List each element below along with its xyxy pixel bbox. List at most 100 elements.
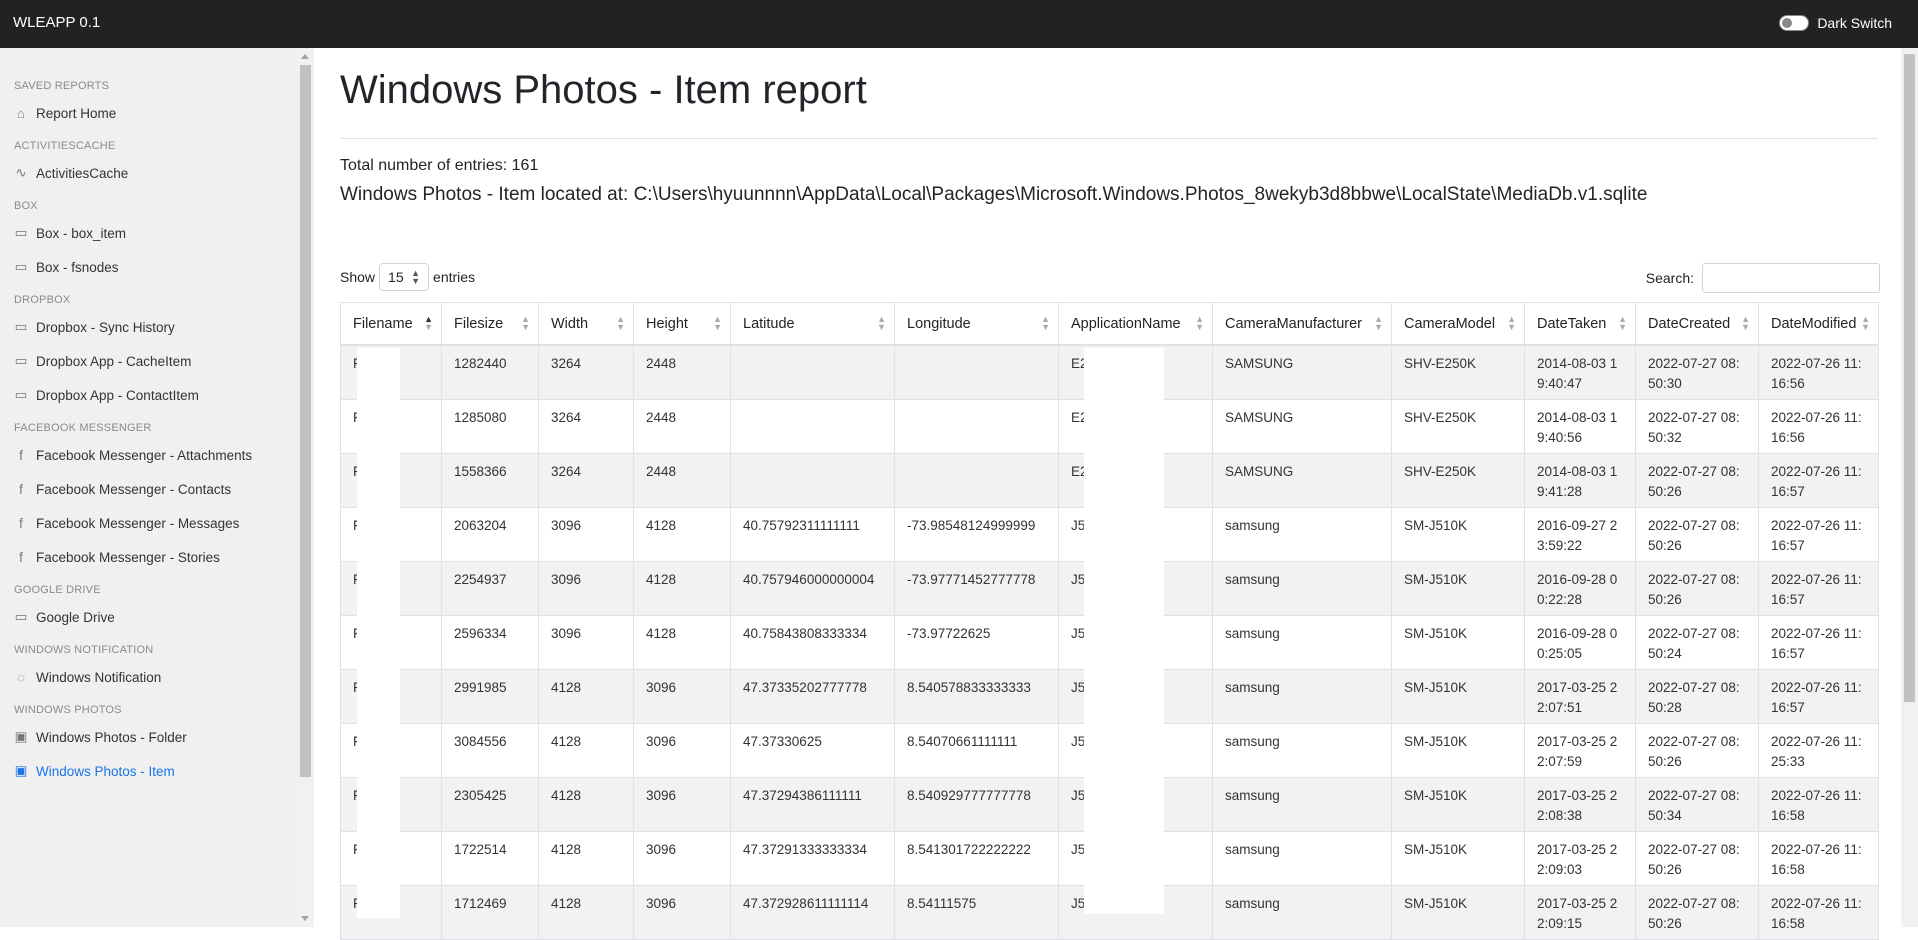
table-cell: 2022-07-26 11:16:57 [1758, 453, 1879, 508]
column-header[interactable]: ApplicationName ▲ ▼ [1058, 302, 1213, 346]
table-controls: Show 15 ▲ ▼ entries Search: [340, 263, 1880, 297]
scroll-down-arrow-icon[interactable] [301, 916, 309, 921]
column-header[interactable]: Longitude ▲ ▼ [894, 302, 1059, 346]
column-header[interactable]: Filename ▲ ▼ [340, 302, 442, 346]
sort-ascending-icon: ▲ ▼ [424, 314, 433, 332]
table-cell: 2014-08-03 19:40:47 [1524, 345, 1636, 400]
column-header[interactable]: Height ▲ ▼ [633, 302, 731, 346]
table-cell [894, 345, 1059, 400]
sidebar-item-label: Facebook Messenger - Contacts [36, 481, 232, 497]
search-input[interactable] [1702, 263, 1880, 293]
table-cell: samsung [1212, 615, 1392, 670]
table-cell: samsung [1212, 669, 1392, 724]
hard-drive-icon: ▭ [14, 259, 28, 274]
title-divider [340, 138, 1878, 139]
dark-switch[interactable]: Dark Switch [1779, 15, 1892, 31]
column-header[interactable]: Width ▲ ▼ [538, 302, 634, 346]
table-cell: 2017-03-25 22:08:38 [1524, 777, 1636, 832]
hard-drive-icon: ▭ [14, 353, 28, 368]
sidebar-section-heading: GOOGLE DRIVE [14, 584, 101, 596]
column-header[interactable]: DateModified ▲ ▼ [1758, 302, 1879, 346]
sidebar-section-heading: DROPBOX [14, 294, 71, 306]
table-cell: 3264 [538, 345, 634, 400]
table-cell: 3096 [633, 831, 731, 886]
sidebar-section-heading: SAVED REPORTS [14, 80, 110, 92]
table-cell: 2016-09-28 00:22:28 [1524, 561, 1636, 616]
table-cell: 2017-03-25 22:07:51 [1524, 669, 1636, 724]
table-cell: SAMSUNG [1212, 345, 1392, 400]
sidebar-item[interactable]: f Facebook Messenger - Messages [0, 506, 297, 540]
column-header[interactable]: Filesize ▲ ▼ [441, 302, 539, 346]
sidebar-item-label: Dropbox App - CacheItem [36, 353, 192, 369]
sidebar-section: WINDOWS PHOTOS ▣ Windows Photos - Folder ▣ W… [0, 704, 297, 788]
sidebar-item[interactable]: ▣ Windows Photos - Folder [0, 720, 297, 754]
sidebar-section-heading: WINDOWS PHOTOS [14, 704, 122, 716]
image-icon: ▣ [14, 763, 28, 778]
table-cell: samsung [1212, 777, 1392, 832]
hard-drive-icon: ▭ [14, 319, 28, 334]
column-header[interactable]: Latitude ▲ ▼ [730, 302, 895, 346]
table-cell: 2022-07-26 11:25:33 [1758, 723, 1879, 778]
sidebar-item[interactable]: f Facebook Messenger - Contacts [0, 472, 297, 506]
sidebar-item-label: Windows Notification [36, 669, 162, 685]
sidebar-item[interactable]: ▭ Box - fsnodes [0, 250, 297, 284]
dark-switch-toggle[interactable] [1779, 15, 1810, 31]
table-cell: 4128 [633, 615, 731, 670]
table-cell: 3096 [538, 561, 634, 616]
table-cell: 2022-07-26 11:16:58 [1758, 831, 1879, 886]
sidebar-item[interactable]: ▭ Box - box_item [0, 216, 297, 250]
entries-select[interactable]: 15 ▲ ▼ [379, 263, 430, 291]
table-cell: 2022-07-27 08:50:24 [1635, 615, 1759, 670]
scroll-up-arrow-icon[interactable] [301, 54, 309, 59]
sidebar-scroll-thumb[interactable] [300, 65, 311, 777]
sidebar-item[interactable]: ⌂ Report Home [0, 96, 297, 130]
table-cell: SAMSUNG [1212, 453, 1392, 508]
table-cell: 3084556 [441, 723, 539, 778]
sidebar-item[interactable]: ▭ Dropbox - Sync History [0, 310, 297, 344]
page-title: Windows Photos - Item report [340, 68, 867, 112]
sidebar-item-label: Facebook Messenger - Attachments [36, 447, 253, 463]
select-caret-icon: ▲ ▼ [411, 268, 421, 286]
table-cell: SM-J510K [1391, 831, 1525, 886]
total-entries: Total number of entries: 161 [340, 157, 539, 174]
table-cell: 8.540929777777778 [894, 777, 1059, 832]
table-cell: 2022-07-27 08:50:26 [1635, 561, 1759, 616]
sidebar-item[interactable]: f Facebook Messenger - Stories [0, 540, 297, 574]
table-cell: 3096 [538, 507, 634, 562]
table-cell: 47.37294386111111 [730, 777, 895, 832]
sidebar-section: SAVED REPORTS ⌂ Report Home [0, 80, 297, 130]
main-scrollbar[interactable] [1901, 48, 1918, 927]
main-scroll-thumb[interactable] [1904, 54, 1915, 702]
sidebar-section: WINDOWS NOTIFICATION ◌ Windows Notificatio… [0, 644, 297, 694]
table-cell: 47.372928611111114 [730, 885, 895, 940]
entries-length-control: Show 15 ▲ ▼ entries [340, 263, 475, 291]
sort-icon: ▲ ▼ [1041, 314, 1050, 332]
table-cell: 8.541301722222222 [894, 831, 1059, 886]
sidebar-item[interactable]: ◌ Windows Notification [0, 660, 297, 694]
sort-icon: ▲ ▼ [877, 314, 886, 332]
sidebar-item[interactable]: ▭ Dropbox App - CacheItem [0, 344, 297, 378]
table-cell: samsung [1212, 885, 1392, 940]
table-cell: SHV-E250K [1391, 399, 1525, 454]
sidebar-scrollbar[interactable] [297, 48, 314, 927]
sidebar-item[interactable]: ∿ ActivitiesCache [0, 156, 297, 190]
column-header[interactable]: DateTaken ▲ ▼ [1524, 302, 1636, 346]
sidebar-item[interactable]: f Facebook Messenger - Attachments [0, 438, 297, 472]
sidebar-item-label: Facebook Messenger - Messages [36, 515, 240, 531]
sidebar-item[interactable]: ▭ Dropbox App - ContactItem [0, 378, 297, 412]
sidebar: SAVED REPORTS ⌂ Report Home ACTIVITIESCACHE… [0, 48, 297, 927]
table-cell: 2016-09-27 23:59:22 [1524, 507, 1636, 562]
table-cell [730, 453, 895, 508]
table-cell: 2022-07-27 08:50:26 [1635, 507, 1759, 562]
table-cell: 40.75843808333334 [730, 615, 895, 670]
sidebar-item[interactable]: ▣ Windows Photos - Item [0, 754, 297, 788]
column-header[interactable]: CameraManufacturer ▲ ▼ [1212, 302, 1392, 346]
table-cell: -73.98548124999999 [894, 507, 1059, 562]
table-cell: 2022-07-27 08:50:30 [1635, 345, 1759, 400]
sidebar-item[interactable]: ▭ Google Drive [0, 600, 297, 634]
table-cell [894, 453, 1059, 508]
column-header[interactable]: CameraModel ▲ ▼ [1391, 302, 1525, 346]
table-cell: 2596334 [441, 615, 539, 670]
column-header[interactable]: DateCreated ▲ ▼ [1635, 302, 1759, 346]
app-brand[interactable]: WLEAPP 0.1 [13, 14, 100, 31]
